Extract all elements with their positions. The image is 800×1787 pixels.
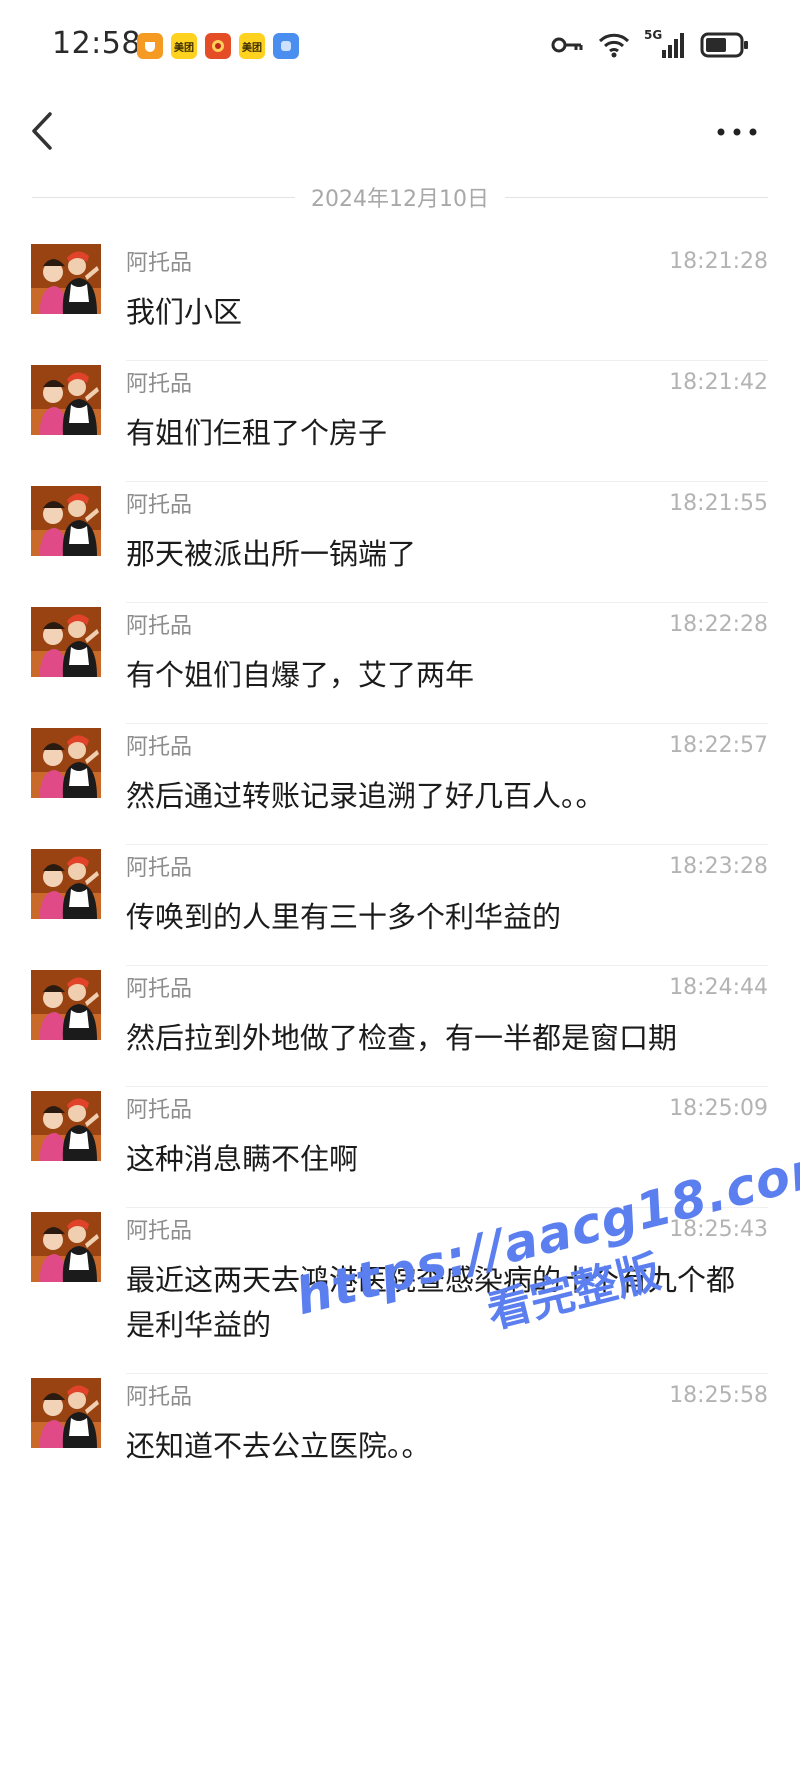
message-time: 18:21:42: [669, 369, 768, 395]
sender-name: 阿托品: [126, 493, 193, 518]
nav-bar: [0, 92, 800, 174]
avatar[interactable]: [31, 486, 101, 556]
sender-name: 阿托品: [126, 856, 193, 881]
notification-icons: 美团 美团: [137, 33, 299, 59]
message-item[interactable]: 阿托品 18:25:58 还知道不去公立医院。。: [0, 1374, 800, 1495]
sender-name: 阿托品: [126, 1219, 193, 1244]
message-header: 阿托品 18:25:43: [126, 1214, 768, 1245]
message-header: 阿托品 18:25:09: [126, 1093, 768, 1124]
meituan-icon: 美团: [171, 33, 197, 59]
avatar[interactable]: [31, 849, 101, 919]
status-time: 12:58: [52, 26, 141, 61]
message-time: 18:24:44: [669, 974, 768, 1000]
more-dots-icon: [717, 128, 757, 136]
message-text: 那天被派出所一锅端了: [126, 537, 417, 571]
sender-name: 阿托品: [126, 735, 193, 760]
message-time: 18:22:57: [669, 732, 768, 758]
battery-icon: [700, 32, 748, 58]
message-time: 18:22:28: [669, 611, 768, 637]
message-text: 这种消息瞒不住啊: [126, 1142, 359, 1176]
avatar[interactable]: [31, 244, 101, 314]
divider-line: [505, 196, 769, 198]
avatar[interactable]: [31, 365, 101, 435]
message-item[interactable]: 阿托品 18:21:55 那天被派出所一锅端了: [0, 482, 800, 603]
avatar[interactable]: [31, 728, 101, 798]
cellular-signal-icon: 5G: [644, 28, 686, 60]
message-item[interactable]: 阿托品 18:21:42 有姐们仨租了个房子: [0, 361, 800, 482]
message-text: 传唤到的人里有三十多个利华益的: [126, 900, 562, 934]
sender-name: 阿托品: [126, 1385, 193, 1410]
message-text: 然后通过转账记录追溯了好几百人。。: [126, 779, 605, 813]
message-header: 阿托品 18:21:42: [126, 367, 768, 398]
message-list: 阿托品 18:21:28 我们小区 阿托品 18:21:42 有姐们仨租了个房子 阿托品 18…: [0, 240, 800, 1495]
message-text: 我们小区: [126, 295, 243, 329]
message-header: 阿托品 18:21:55: [126, 488, 768, 519]
message-item[interactable]: 阿托品 18:22:28 有个姐们自爆了，艾了两年: [0, 603, 800, 724]
game-app-icon: [205, 33, 231, 59]
message-header: 阿托品 18:22:57: [126, 730, 768, 761]
sender-name: 阿托品: [126, 1098, 193, 1123]
message-time: 18:23:28: [669, 853, 768, 879]
divider-line: [32, 196, 296, 198]
status-bar: 12:58 美团 美团 5G: [0, 0, 800, 92]
message-time: 18:25:09: [669, 1095, 768, 1121]
message-header: 阿托品 18:22:28: [126, 609, 768, 640]
date-label: 2024年12月10日: [311, 187, 489, 212]
date-divider: 2024年12月10日: [32, 182, 769, 212]
message-text: 最近这两天去鸿港医院查感染病的十个有九个都是利华益的: [126, 1263, 736, 1342]
vpn-key-icon: [551, 37, 583, 53]
back-button[interactable]: [24, 108, 64, 154]
sender-name: 阿托品: [126, 251, 193, 276]
avatar[interactable]: [31, 1378, 101, 1448]
avatar[interactable]: [31, 607, 101, 677]
message-time: 18:25:43: [669, 1216, 768, 1242]
message-time: 18:25:58: [669, 1382, 768, 1408]
chevron-left-icon: [32, 112, 52, 150]
message-item[interactable]: 阿托品 18:25:09 这种消息瞒不住啊: [0, 1087, 800, 1208]
message-header: 阿托品 18:24:44: [126, 972, 768, 1003]
avatar[interactable]: [31, 1212, 101, 1282]
avatar[interactable]: [31, 1091, 101, 1161]
message-item[interactable]: 阿托品 18:24:44 然后拉到外地做了检查，有一半都是窗口期: [0, 966, 800, 1087]
message-text: 有个姐们自爆了，艾了两年: [126, 658, 475, 692]
sender-name: 阿托品: [126, 977, 193, 1002]
message-header: 阿托品 18:21:28: [126, 246, 768, 277]
message-item[interactable]: 阿托品 18:23:28 传唤到的人里有三十多个利华益的: [0, 845, 800, 966]
message-header: 阿托品 18:23:28: [126, 851, 768, 882]
message-time: 18:21:55: [669, 490, 768, 516]
message-text: 有姐们仨租了个房子: [126, 416, 388, 450]
message-header: 阿托品 18:25:58: [126, 1380, 768, 1411]
message-item[interactable]: 阿托品 18:21:28 我们小区: [0, 240, 800, 361]
message-text: 然后拉到外地做了检查，有一半都是窗口期: [126, 1021, 678, 1055]
sender-name: 阿托品: [126, 614, 193, 639]
more-options-button[interactable]: [712, 114, 762, 150]
sender-name: 阿托品: [126, 372, 193, 397]
message-item[interactable]: 阿托品 18:22:57 然后通过转账记录追溯了好几百人。。: [0, 724, 800, 845]
wifi-icon: [598, 33, 630, 58]
meituan-icon: 美团: [239, 33, 265, 59]
blue-app-icon: [273, 33, 299, 59]
avatar[interactable]: [31, 970, 101, 1040]
message-text: 还知道不去公立医院。。: [126, 1429, 431, 1463]
system-status-icons: 5G: [550, 28, 750, 60]
message-time: 18:21:28: [669, 248, 768, 274]
message-item[interactable]: 阿托品 18:25:43 最近这两天去鸿港医院查感染病的十个有九个都是利华益的: [0, 1208, 800, 1374]
app-badge-icon: [137, 33, 163, 59]
